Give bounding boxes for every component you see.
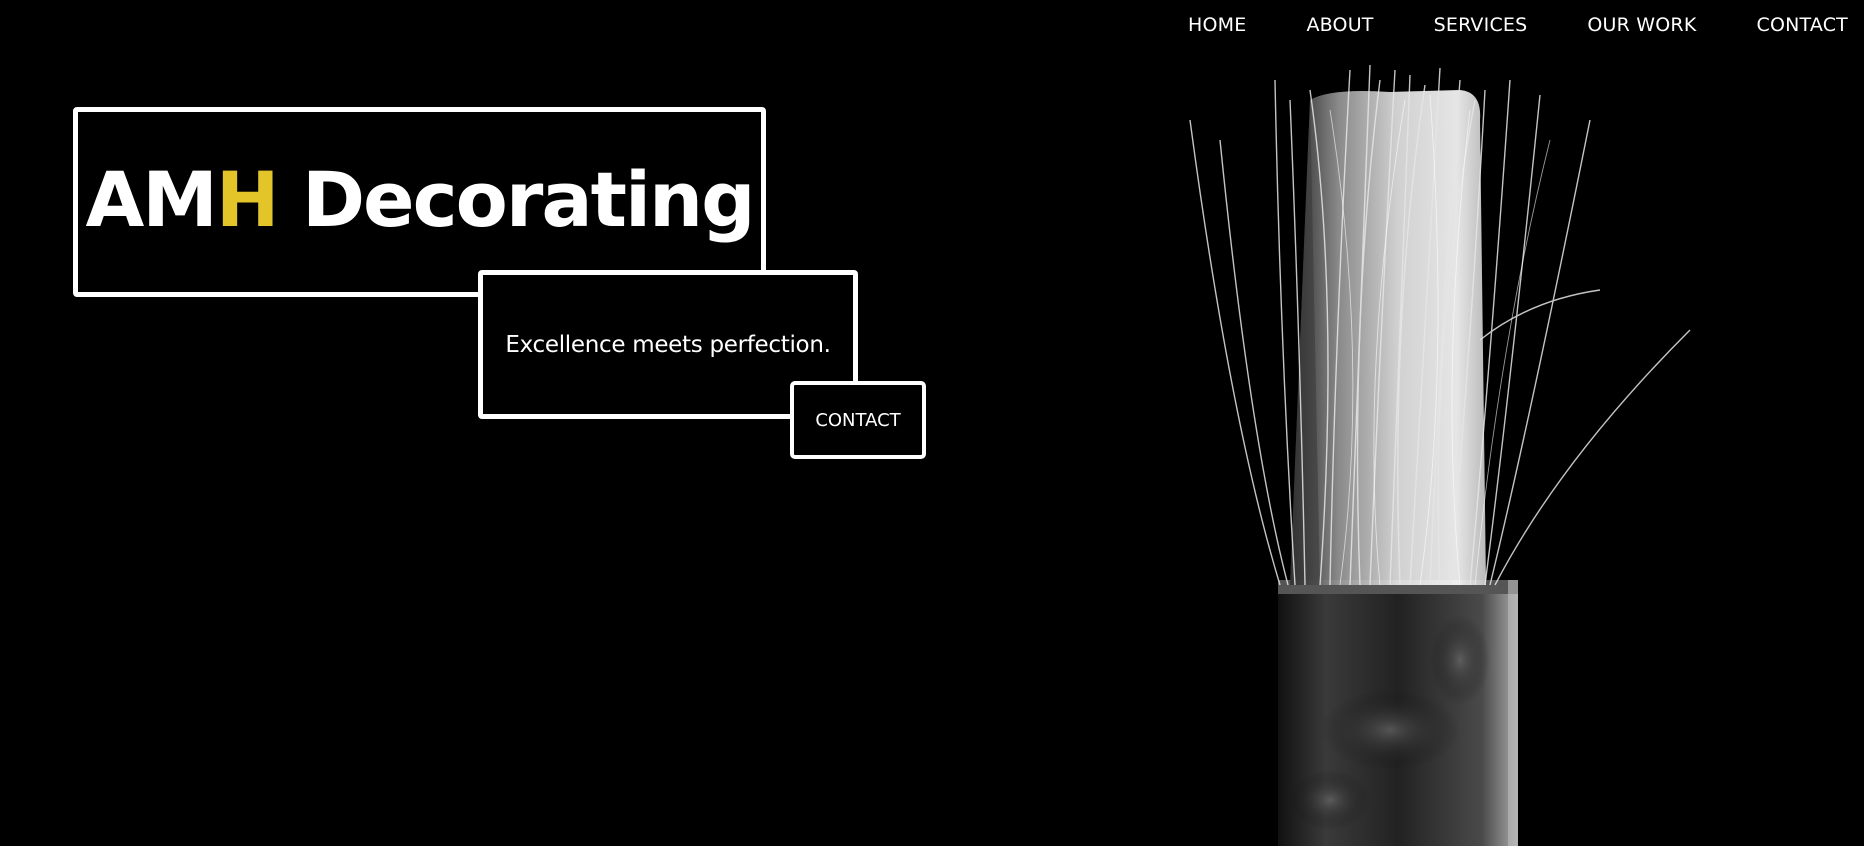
paintbrush-image xyxy=(1189,64,1691,846)
nav-about-link[interactable]: ABOUT xyxy=(1306,14,1373,36)
contact-button[interactable]: CONTACT xyxy=(790,381,926,459)
site-title: AMH Decorating xyxy=(85,162,755,242)
title-box: AMH Decorating xyxy=(73,107,766,297)
nav-contact-link[interactable]: CONTACT xyxy=(1756,14,1848,36)
nav-services-link[interactable]: SERVICES xyxy=(1434,14,1528,36)
site-title-part2: Decorating xyxy=(277,155,756,244)
nav-our-work-link[interactable]: OUR WORK xyxy=(1587,14,1696,36)
site-title-accent: H xyxy=(215,155,280,244)
site-title-part1: AM xyxy=(85,155,217,244)
tagline: Excellence meets perfection. xyxy=(505,331,831,358)
page: HOME ABOUT SERVICES OUR WORK CONTACT AMH… xyxy=(0,0,1864,846)
nav-home-link[interactable]: HOME xyxy=(1188,14,1246,36)
main-nav: HOME ABOUT SERVICES OUR WORK CONTACT xyxy=(1188,0,1864,50)
